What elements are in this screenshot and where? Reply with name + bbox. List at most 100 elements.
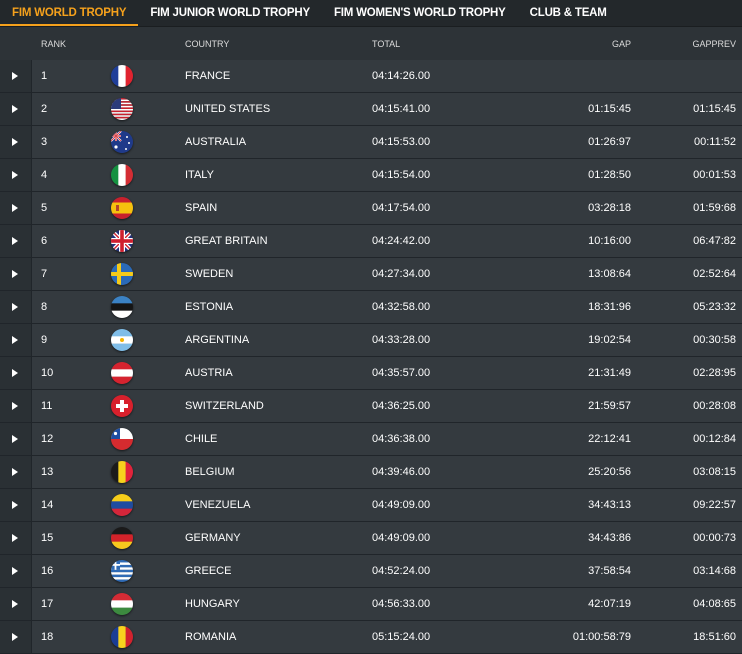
italy-flag-icon xyxy=(111,164,133,186)
gap-cell: 34:43:86 xyxy=(588,532,631,544)
gapprev-cell: 09:22:57 xyxy=(693,499,736,511)
switzerland-flag-icon xyxy=(111,395,133,417)
expand-row-arrow-icon[interactable] xyxy=(0,588,32,620)
expand-row-arrow-icon[interactable] xyxy=(0,258,32,290)
rank-cell: 3 xyxy=(41,136,48,148)
table-row[interactable]: 5 SPAIN 04:17:54.00 03:28:18 01:59:68 xyxy=(0,192,742,225)
france-flag-icon xyxy=(111,65,133,87)
table-row[interactable]: 4 ITALY 04:15:54.00 01:28:50 00:01:53 xyxy=(0,159,742,192)
country-cell: AUSTRALIA xyxy=(185,136,247,148)
gapprev-cell: 02:52:64 xyxy=(693,268,736,280)
expand-row-arrow-icon[interactable] xyxy=(0,225,32,257)
gapprev-cell: 00:30:58 xyxy=(693,334,736,346)
gapprev-cell: 04:08:65 xyxy=(693,598,736,610)
table-row[interactable]: 11 SWITZERLAND 04:36:25.00 21:59:57 00:2… xyxy=(0,390,742,423)
table-row[interactable]: 18 ROMANIA 05:15:24.00 01:00:58:79 18:51… xyxy=(0,621,742,654)
table-row[interactable]: 3 AUSTRALIA 04:15:53.00 01:26:97 00:11:5… xyxy=(0,126,742,159)
total-time-cell: 04:36:25.00 xyxy=(372,400,431,412)
germany-flag-icon xyxy=(111,527,133,549)
table-row[interactable]: 13 BELGIUM 04:39:46.00 25:20:56 03:08:15 xyxy=(0,456,742,489)
total-time-cell: 04:35:57.00 xyxy=(372,367,431,379)
expand-row-arrow-icon[interactable] xyxy=(0,522,32,554)
table-row[interactable]: 9 ARGENTINA 04:33:28.00 19:02:54 00:30:5… xyxy=(0,324,742,357)
expand-row-arrow-icon[interactable] xyxy=(0,555,32,587)
country-cell: VENEZUELA xyxy=(185,499,251,511)
tab-fim-womens-world-trophy[interactable]: FIM WOMEN'S WORLD TROPHY xyxy=(322,0,518,26)
country-cell: ROMANIA xyxy=(185,631,237,643)
expand-row-arrow-icon[interactable] xyxy=(0,93,32,125)
country-cell: ITALY xyxy=(185,169,214,181)
table-row[interactable]: 8 ESTONIA 04:32:58.00 18:31:96 05:23:32 xyxy=(0,291,742,324)
gapprev-cell: 01:15:45 xyxy=(693,103,736,115)
country-cell: SWEDEN xyxy=(185,268,234,280)
venezuela-flag-icon xyxy=(111,494,133,516)
gap-cell: 03:28:18 xyxy=(588,202,631,214)
rank-cell: 15 xyxy=(41,532,54,544)
gapprev-cell: 18:51:60 xyxy=(693,631,736,643)
austria-flag-icon xyxy=(111,362,133,384)
romania-flag-icon xyxy=(111,626,133,648)
gapprev-cell: 00:01:53 xyxy=(693,169,736,181)
expand-row-arrow-icon[interactable] xyxy=(0,60,32,92)
table-row[interactable]: 16 GREECE 04:52:24.00 37:58:54 03:14:68 xyxy=(0,555,742,588)
table-row[interactable]: 2 UNITED STATES 04:15:41.00 01:15:45 01:… xyxy=(0,93,742,126)
column-header-gap: GAP xyxy=(611,39,631,49)
country-cell: GERMANY xyxy=(185,532,241,544)
tab-club-and-team[interactable]: CLUB & TEAM xyxy=(518,0,619,26)
rank-cell: 11 xyxy=(41,400,53,412)
expand-row-arrow-icon[interactable] xyxy=(0,192,32,224)
total-time-cell: 04:49:09.00 xyxy=(372,499,431,511)
gapprev-cell: 03:14:68 xyxy=(693,565,736,577)
gapprev-cell: 00:11:52 xyxy=(693,136,736,148)
belgium-flag-icon xyxy=(111,461,133,483)
expand-row-arrow-icon[interactable] xyxy=(0,423,32,455)
expand-row-arrow-icon[interactable] xyxy=(0,456,32,488)
gap-cell: 22:12:41 xyxy=(588,433,631,445)
table-row[interactable]: 7 SWEDEN 04:27:34.00 13:08:64 02:52:64 xyxy=(0,258,742,291)
table-row[interactable]: 15 GERMANY 04:49:09.00 34:43:86 00:00:73 xyxy=(0,522,742,555)
expand-row-arrow-icon[interactable] xyxy=(0,489,32,521)
expand-row-arrow-icon[interactable] xyxy=(0,324,32,356)
tab-bar: FIM WORLD TROPHY FIM JUNIOR WORLD TROPHY… xyxy=(0,0,742,27)
gapprev-cell: 05:23:32 xyxy=(693,301,736,313)
total-time-cell: 04:49:09.00 xyxy=(372,532,431,544)
rank-cell: 16 xyxy=(41,565,54,577)
spain-flag-icon xyxy=(111,197,133,219)
gapprev-cell: 00:00:73 xyxy=(693,532,736,544)
rank-cell: 10 xyxy=(41,367,54,379)
gapprev-cell: 06:47:82 xyxy=(693,235,736,247)
rank-cell: 2 xyxy=(41,103,48,115)
total-time-cell: 04:17:54.00 xyxy=(372,202,431,214)
table-row[interactable]: 10 AUSTRIA 04:35:57.00 21:31:49 02:28:95 xyxy=(0,357,742,390)
gap-cell: 21:31:49 xyxy=(588,367,631,379)
column-header-total: TOTAL xyxy=(372,39,401,49)
expand-row-arrow-icon[interactable] xyxy=(0,621,32,653)
total-time-cell: 04:56:33.00 xyxy=(372,598,431,610)
total-time-cell: 04:32:58.00 xyxy=(372,301,431,313)
expand-row-arrow-icon[interactable] xyxy=(0,291,32,323)
gap-cell: 37:58:54 xyxy=(588,565,631,577)
tab-fim-junior-world-trophy[interactable]: FIM JUNIOR WORLD TROPHY xyxy=(138,0,322,26)
expand-row-arrow-icon[interactable] xyxy=(0,390,32,422)
expand-row-arrow-icon[interactable] xyxy=(0,126,32,158)
total-time-cell: 04:15:53.00 xyxy=(372,136,431,148)
rank-cell: 5 xyxy=(41,202,48,214)
expand-row-arrow-icon[interactable] xyxy=(0,357,32,389)
table-row[interactable]: 1 FRANCE 04:14:26.00 xyxy=(0,60,742,93)
total-time-cell: 04:24:42.00 xyxy=(372,235,431,247)
country-cell: GREECE xyxy=(185,565,232,577)
gap-cell: 25:20:56 xyxy=(588,466,631,478)
table-row[interactable]: 14 VENEZUELA 04:49:09.00 34:43:13 09:22:… xyxy=(0,489,742,522)
gapprev-cell: 01:59:68 xyxy=(693,202,736,214)
gap-cell: 01:26:97 xyxy=(588,136,631,148)
total-time-cell: 04:33:28.00 xyxy=(372,334,431,346)
tab-fim-world-trophy[interactable]: FIM WORLD TROPHY xyxy=(0,0,139,26)
column-header-rank: RANK xyxy=(41,39,67,49)
rank-cell: 13 xyxy=(41,466,54,478)
gap-cell: 18:31:96 xyxy=(588,301,631,313)
table-row[interactable]: 17 HUNGARY 04:56:33.00 42:07:19 04:08:65 xyxy=(0,588,742,621)
table-row[interactable]: 6 GREAT BRITAIN 04:24:42.00 10:16:00 06:… xyxy=(0,225,742,258)
table-row[interactable]: 12 CHILE 04:36:38.00 22:12:41 00:12:84 xyxy=(0,423,742,456)
expand-row-arrow-icon[interactable] xyxy=(0,159,32,191)
rank-cell: 9 xyxy=(41,334,48,346)
